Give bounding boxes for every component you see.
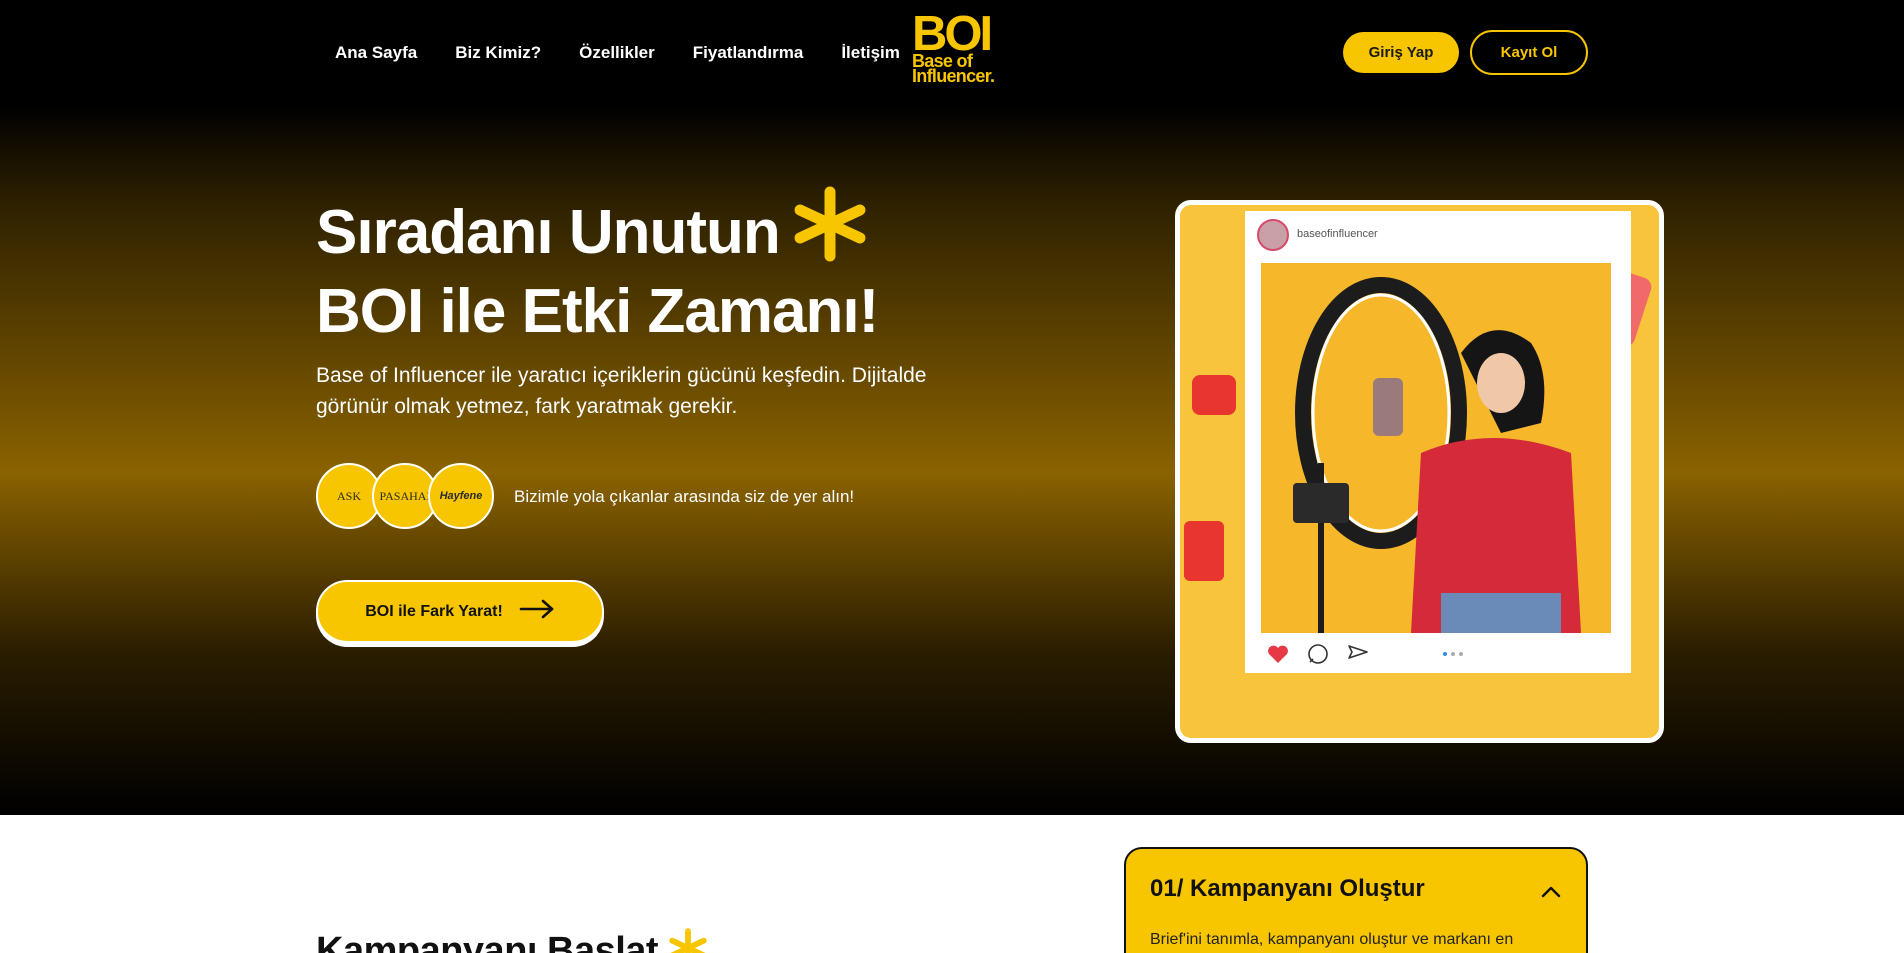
hero-subtitle: Base of Influencer ile yaratıcı içerikle…	[316, 364, 927, 418]
accordion-body: Brief'ini tanımla, kampanyanı oluştur ve…	[1150, 931, 1514, 948]
asterisk-icon	[792, 186, 868, 277]
accordion-step-1[interactable]: 01/ Kampanyanı Oluştur Brief'ini tanımla…	[1124, 847, 1588, 953]
post-username: baseofinfluencer	[1297, 228, 1378, 240]
post-actions	[1267, 643, 1369, 670]
headline-line-1: Sıradanı Unutun	[316, 186, 878, 277]
main-nav: Ana Sayfa Biz Kimiz? Özellikler Fiyatlan…	[335, 43, 938, 63]
section-title: Kampanyanı Başlat	[316, 928, 708, 953]
comment-icon[interactable]	[1307, 643, 1329, 670]
brand-logos: ASK PASAHAI Hayfene	[316, 463, 496, 531]
hero-headline: Sıradanı Unutun BOI ile Etki Zamanı!	[316, 186, 879, 347]
brands-caption: Bizimle yola çıkanlar arasında siz de ye…	[514, 487, 855, 506]
headline-line-2: BOI ile Etki Zamanı!	[316, 277, 879, 346]
nav-link-pricing[interactable]: Fiyatlandırma	[693, 43, 804, 63]
headline-text-1: Sıradanı Unutun	[316, 197, 781, 267]
site-logo[interactable]: BOI Base of Influencer.	[912, 7, 998, 94]
nav-link-contact[interactable]: İletişim	[841, 43, 900, 63]
nav-link-about[interactable]: Biz Kimiz?	[455, 43, 541, 63]
carousel-dots	[1443, 652, 1463, 656]
social-post-card: baseofinfluencer	[1245, 211, 1631, 673]
accordion-title: 01/ Kampanyanı Oluştur	[1150, 875, 1425, 902]
register-button[interactable]: Kayıt Ol	[1470, 30, 1588, 75]
post-photo	[1261, 263, 1611, 633]
asterisk-icon-small	[668, 928, 708, 953]
arrow-right-icon	[519, 599, 555, 624]
logo-line-2: Influencer.	[912, 66, 995, 86]
hero-section: Ana Sayfa Biz Kimiz? Özellikler Fiyatlan…	[0, 0, 1904, 815]
post-avatar	[1257, 219, 1289, 251]
share-icon[interactable]	[1347, 644, 1369, 669]
hero-image: baseofinfluencer	[1175, 200, 1664, 743]
chevron-up-icon[interactable]	[1540, 885, 1562, 899]
heart-icon[interactable]	[1267, 644, 1289, 669]
login-button[interactable]: Giriş Yap	[1343, 32, 1459, 73]
nav-link-home[interactable]: Ana Sayfa	[335, 43, 417, 63]
cta-label: BOI ile Fark Yarat!	[365, 602, 503, 620]
cta-button[interactable]: BOI ile Fark Yarat!	[316, 580, 604, 643]
logo-mark: BOI	[912, 7, 993, 61]
brand-logo-hayfene: Hayfene	[428, 463, 494, 529]
section-title-text: Kampanyanı Başlat	[316, 930, 659, 953]
nav-link-features[interactable]: Özellikler	[579, 43, 655, 63]
